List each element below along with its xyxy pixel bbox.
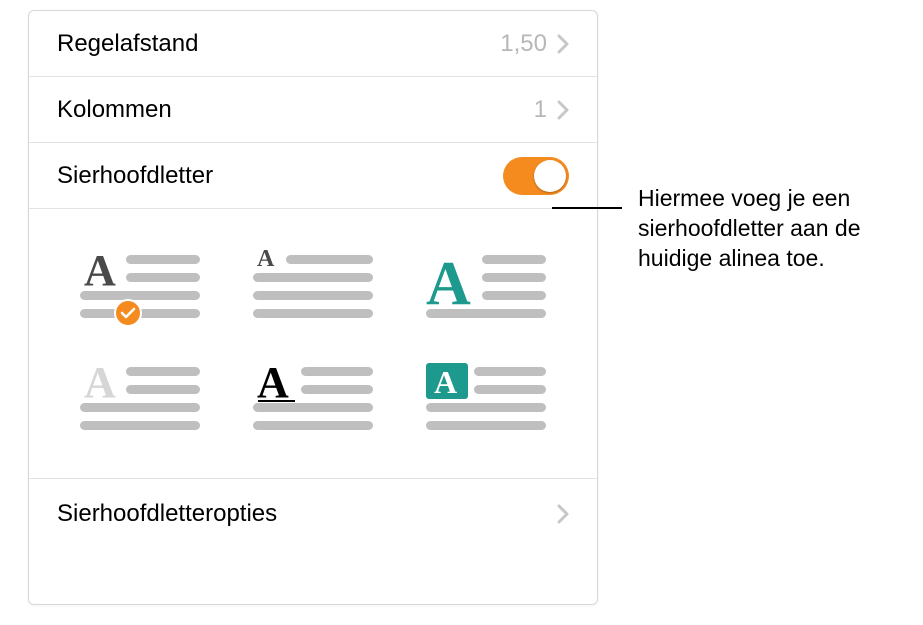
svg-text:A: A bbox=[426, 250, 471, 318]
columns-value: 1 bbox=[534, 96, 547, 124]
columns-row[interactable]: Kolommen 1 bbox=[29, 77, 597, 143]
formatting-panel: Regelafstand 1,50 Kolommen 1 Sierhoofdle… bbox=[28, 10, 598, 605]
callout-text: Hiermee voeg je een sierhoofdletter aan … bbox=[638, 183, 913, 273]
drop-cap-preview-icon: A bbox=[253, 249, 373, 321]
drop-cap-style-6[interactable]: A bbox=[414, 361, 557, 433]
check-badge-icon bbox=[114, 299, 142, 327]
drop-cap-style-2[interactable]: A bbox=[242, 249, 385, 321]
line-spacing-label: Regelafstand bbox=[57, 30, 500, 58]
drop-cap-label: Sierhoofdletter bbox=[57, 162, 503, 190]
drop-cap-preview-icon: A bbox=[426, 249, 546, 321]
drop-cap-style-1[interactable]: A bbox=[69, 249, 212, 321]
drop-cap-options-row[interactable]: Sierhoofdletteropties bbox=[29, 479, 597, 549]
callout-line bbox=[552, 207, 622, 209]
toggle-knob bbox=[534, 160, 566, 192]
columns-label: Kolommen bbox=[57, 96, 534, 124]
drop-cap-preview-icon: A bbox=[80, 361, 200, 433]
svg-text:A: A bbox=[84, 361, 116, 407]
svg-text:A: A bbox=[434, 364, 457, 400]
drop-cap-row: Sierhoofdletter bbox=[29, 143, 597, 209]
chevron-right-icon bbox=[557, 100, 569, 120]
svg-text:A: A bbox=[84, 249, 116, 295]
drop-cap-style-5[interactable]: A bbox=[242, 361, 385, 433]
drop-cap-options-label: Sierhoofdletteropties bbox=[57, 500, 557, 528]
drop-cap-style-4[interactable]: A bbox=[69, 361, 212, 433]
drop-cap-preview-icon: A bbox=[426, 361, 546, 433]
drop-cap-style-3[interactable]: A bbox=[414, 249, 557, 321]
line-spacing-row[interactable]: Regelafstand 1,50 bbox=[29, 11, 597, 77]
svg-text:A: A bbox=[257, 249, 275, 272]
drop-cap-toggle[interactable] bbox=[503, 157, 569, 195]
drop-cap-preview-icon: A bbox=[253, 361, 373, 433]
drop-cap-styles-grid: A A A bbox=[29, 209, 597, 479]
chevron-right-icon bbox=[557, 34, 569, 54]
chevron-right-icon bbox=[557, 504, 569, 524]
line-spacing-value: 1,50 bbox=[500, 30, 547, 58]
